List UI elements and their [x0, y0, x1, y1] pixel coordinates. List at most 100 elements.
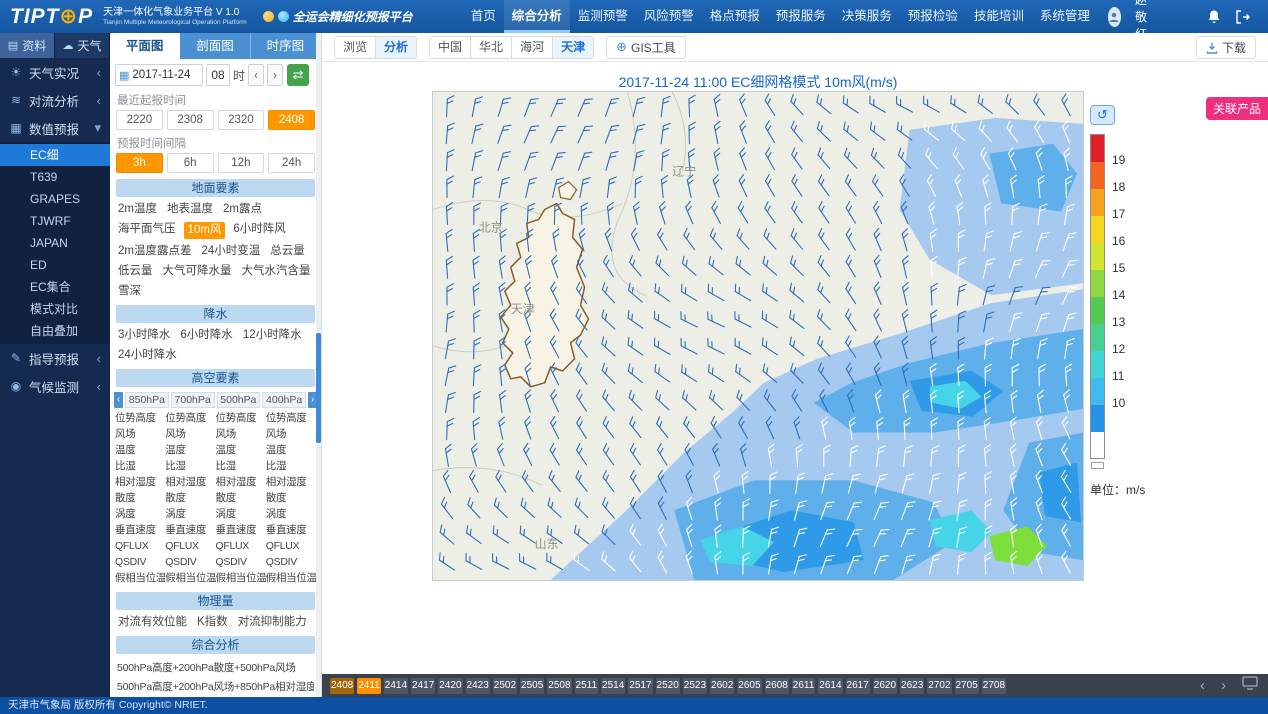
top-nav-item[interactable]: 技能培训	[966, 0, 1032, 33]
sidebar-model-item[interactable]: EC细	[0, 144, 110, 166]
surface-item[interactable]: 雪深	[116, 284, 143, 299]
sidebar-model-item[interactable]: ED	[0, 254, 110, 276]
sidebar-model-item[interactable]: 模式对比	[0, 298, 110, 320]
surface-item[interactable]: 24小时变温	[199, 244, 262, 259]
mode-tab[interactable]: 浏览	[335, 37, 375, 58]
upper-air-item[interactable]: 风场	[165, 427, 215, 442]
timeline-next-icon[interactable]: ›	[1221, 674, 1226, 697]
download-button[interactable]: 下载	[1196, 36, 1256, 59]
upper-air-item[interactable]: 垂直速度	[165, 523, 215, 538]
display-screen-icon[interactable]	[1242, 676, 1258, 695]
upper-air-item[interactable]: 涡度	[216, 507, 266, 522]
upper-air-item[interactable]: QSDIV	[216, 555, 266, 570]
timeline-step[interactable]: 2423	[466, 678, 490, 694]
upper-air-item[interactable]: 垂直速度	[266, 523, 316, 538]
surface-item[interactable]: 总云量	[268, 244, 307, 259]
upper-air-item[interactable]: QSDIV	[266, 555, 316, 570]
view-tab[interactable]: 时序图	[251, 33, 321, 59]
upper-air-item[interactable]: 相对湿度	[216, 475, 266, 490]
timeline-step[interactable]: 2705	[955, 678, 979, 694]
top-nav-item[interactable]: 系统管理	[1032, 0, 1098, 33]
timeline-step[interactable]: 2611	[792, 678, 816, 694]
upper-air-item[interactable]: QFLUX	[115, 539, 165, 554]
upper-air-item[interactable]: 相对湿度	[165, 475, 215, 490]
init-time-button[interactable]: 2320	[218, 110, 265, 130]
upper-air-item[interactable]: QSDIV	[165, 555, 215, 570]
sidebar-tab-weather[interactable]: ☁天气	[55, 33, 110, 58]
upper-air-item[interactable]: 涡度	[115, 507, 165, 522]
timeline-step[interactable]: 2414	[384, 678, 408, 694]
top-nav-item[interactable]: 格点预报	[702, 0, 768, 33]
upper-air-item[interactable]: QFLUX	[165, 539, 215, 554]
timeline-step[interactable]: 2623	[900, 678, 924, 694]
upper-air-item[interactable]: 假相当位温	[266, 571, 316, 586]
interval-button[interactable]: 3h	[116, 153, 163, 173]
upper-air-item[interactable]: 散度	[165, 491, 215, 506]
region-tab[interactable]: 中国	[430, 37, 470, 58]
upper-air-item[interactable]: 位势高度	[266, 411, 316, 426]
next-time-button[interactable]: ›	[267, 64, 283, 86]
timeline-step[interactable]: 2505	[520, 678, 544, 694]
top-nav-item[interactable]: 预报检验	[900, 0, 966, 33]
level-header-850[interactable]: 850hPa	[125, 392, 169, 408]
top-nav-item[interactable]: 监测预警	[570, 0, 636, 33]
upper-air-item[interactable]: 比湿	[115, 459, 165, 474]
upper-air-item[interactable]: 垂直速度	[216, 523, 266, 538]
upper-air-item[interactable]: 涡度	[165, 507, 215, 522]
timeline-step[interactable]: 2602	[710, 678, 734, 694]
upper-air-item[interactable]: 位势高度	[115, 411, 165, 426]
top-nav-item[interactable]: 首页	[463, 0, 504, 33]
upper-air-item[interactable]: 散度	[216, 491, 266, 506]
upper-air-item[interactable]: 温度	[266, 443, 316, 458]
upper-air-item[interactable]: 假相当位温	[165, 571, 215, 586]
sidebar-model-item[interactable]: JAPAN	[0, 232, 110, 254]
timeline-step[interactable]: 2620	[873, 678, 897, 694]
related-products-button[interactable]: 关联产品	[1206, 97, 1268, 120]
upper-air-item[interactable]: 风场	[115, 427, 165, 442]
legend-handle[interactable]	[1091, 462, 1104, 469]
upper-air-item[interactable]: 散度	[266, 491, 316, 506]
top-nav-item[interactable]: 综合分析	[504, 0, 570, 33]
timeline-step[interactable]: 2511	[575, 678, 599, 694]
timeline-step[interactable]: 2708	[982, 678, 1006, 694]
upper-air-item[interactable]: 风场	[216, 427, 266, 442]
timeline-step[interactable]: 2408	[330, 678, 354, 694]
composite-item[interactable]: 500hPa高度+200hPa风场+850hPa相对湿度	[117, 678, 314, 697]
timeline-step[interactable]: 2702	[927, 678, 951, 694]
prev-time-button[interactable]: ‹	[248, 64, 264, 86]
swap-time-button[interactable]: ⇄	[287, 64, 309, 86]
upper-air-item[interactable]: QSDIV	[115, 555, 165, 570]
sidebar-tab-data[interactable]: ▤资料	[0, 33, 55, 58]
logout-icon[interactable]	[1235, 10, 1250, 24]
undo-icon-button[interactable]: ↺	[1090, 105, 1115, 125]
surface-item[interactable]: 10m风	[184, 222, 226, 239]
timeline-step[interactable]: 2617	[846, 678, 870, 694]
timeline-prev-icon[interactable]: ‹	[1200, 674, 1205, 697]
sidebar-group-convection[interactable]: ≋ 对流分析 ‹	[0, 86, 110, 114]
interval-button[interactable]: 24h	[268, 153, 315, 173]
surface-item[interactable]: 大气水汽含量	[240, 264, 313, 279]
region-tab[interactable]: 天津	[552, 37, 593, 58]
init-time-button[interactable]: 2220	[116, 110, 163, 130]
init-time-button[interactable]: 2408	[268, 110, 315, 130]
upper-air-item[interactable]: 相对湿度	[115, 475, 165, 490]
hour-input[interactable]: 08	[206, 64, 230, 86]
timeline-step[interactable]: 2608	[765, 678, 789, 694]
upper-air-item[interactable]: QFLUX	[266, 539, 316, 554]
timeline-step[interactable]: 2411	[357, 678, 381, 694]
upper-air-item[interactable]: 位势高度	[165, 411, 215, 426]
timeline-step[interactable]: 2420	[438, 678, 462, 694]
upper-air-item[interactable]: 涡度	[266, 507, 316, 522]
surface-item[interactable]: 地表温度	[165, 202, 215, 217]
interval-button[interactable]: 6h	[167, 153, 214, 173]
precipitation-item[interactable]: 12小时降水	[241, 328, 304, 343]
avatar[interactable]	[1108, 7, 1121, 27]
upper-air-item[interactable]: 风场	[266, 427, 316, 442]
sidebar-model-item[interactable]: GRAPES	[0, 188, 110, 210]
region-tab[interactable]: 海河	[511, 37, 552, 58]
composite-item[interactable]: 500hPa高度+200hPa散度+500hPa风场	[117, 659, 314, 678]
gis-tools-button[interactable]: ⊕GIS工具	[606, 36, 686, 59]
upper-air-item[interactable]: 假相当位温	[216, 571, 266, 586]
sidebar-model-item[interactable]: EC集合	[0, 276, 110, 298]
physics-item[interactable]: K指数	[195, 615, 230, 630]
